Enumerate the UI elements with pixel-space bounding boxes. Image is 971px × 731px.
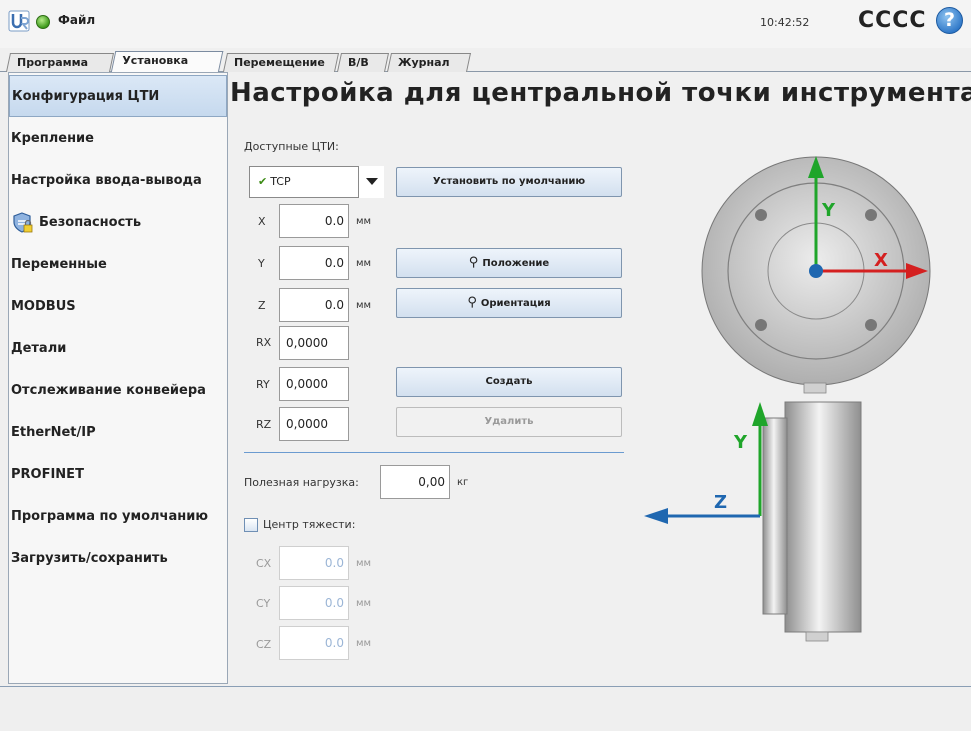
x-label: X bbox=[258, 215, 266, 228]
cy-field[interactable]: 0.0 bbox=[279, 586, 349, 620]
sidebar-item-modbus[interactable]: MODBUS bbox=[9, 286, 227, 328]
payload-field[interactable]: 0,00 bbox=[380, 465, 450, 499]
sidebar-item-safety[interactable]: Безопасность bbox=[9, 202, 227, 244]
z-field[interactable]: 0.0 bbox=[279, 288, 349, 322]
available-tcp-label: Доступные ЦТИ: bbox=[244, 140, 339, 153]
tab-log[interactable]: Журнал bbox=[386, 53, 472, 72]
tab-program[interactable]: Программа bbox=[5, 53, 115, 72]
cx-label: CX bbox=[256, 557, 272, 570]
z-label: Z bbox=[258, 299, 266, 312]
rz-label: RZ bbox=[256, 418, 272, 431]
x-axis-label: X bbox=[874, 250, 888, 271]
tab-installation[interactable]: Установка bbox=[110, 51, 224, 73]
sidebar-item-load-save[interactable]: Загрузить/сохранить bbox=[9, 538, 227, 580]
rx-label: RX bbox=[256, 336, 272, 349]
sidebar-item-tcp-config[interactable]: Конфигурация ЦТИ bbox=[9, 75, 227, 117]
robot-name: CCCC bbox=[858, 8, 927, 33]
sidebar-item-profinet[interactable]: PROFINET bbox=[9, 454, 227, 496]
rz-field[interactable]: 0,0000 bbox=[279, 407, 349, 441]
cz-unit: мм bbox=[356, 638, 372, 649]
help-button[interactable]: ? bbox=[936, 7, 963, 34]
tcp-dropdown[interactable]: ✔ TCP bbox=[249, 166, 384, 198]
orientation-button[interactable]: ⚲ Ориентация bbox=[396, 288, 622, 318]
section-divider bbox=[244, 452, 624, 453]
cy-label: CY bbox=[256, 597, 271, 610]
z-axis-label: Z bbox=[714, 492, 727, 513]
tab-io[interactable]: В/В bbox=[336, 53, 390, 72]
x-field[interactable]: 0.0 bbox=[279, 204, 349, 238]
sidebar-item-features[interactable]: Детали bbox=[9, 328, 227, 370]
ur-logo-icon bbox=[8, 10, 30, 32]
chevron-down-icon[interactable] bbox=[358, 166, 384, 198]
create-button[interactable]: Создать bbox=[396, 367, 622, 397]
sidebar-item-default-program[interactable]: Программа по умолчанию bbox=[9, 496, 227, 538]
teach-wand-icon: ⚲ bbox=[467, 295, 477, 310]
y-label: Y bbox=[258, 257, 265, 270]
page-title: Настройка для центральной точки инструме… bbox=[230, 78, 971, 108]
payload-label: Полезная нагрузка: bbox=[244, 476, 359, 489]
rx-field[interactable]: 0,0000 bbox=[279, 326, 349, 360]
tool-flange-diagram: Y X Y Z bbox=[644, 156, 931, 642]
cz-label: CZ bbox=[256, 638, 272, 651]
flange-side-view: Y Z bbox=[644, 401, 862, 642]
cog-label: Центр тяжести: bbox=[263, 518, 356, 531]
cog-checkbox[interactable] bbox=[244, 518, 258, 532]
x-unit: мм bbox=[356, 216, 372, 227]
y-unit: мм bbox=[356, 258, 372, 269]
sidebar-item-conveyor-tracking[interactable]: Отслеживание конвейера bbox=[9, 370, 227, 412]
teach-wand-icon: ⚲ bbox=[468, 255, 479, 270]
sidebar-item-ethernet-ip[interactable]: EtherNet/IP bbox=[9, 412, 227, 454]
payload-unit: кг bbox=[457, 477, 469, 488]
top-bar: Файл 10:42:52 CCCC ? bbox=[0, 0, 971, 48]
cy-unit: мм bbox=[356, 598, 372, 609]
delete-button[interactable]: Удалить bbox=[396, 407, 622, 437]
side-y-axis-label: Y bbox=[733, 432, 748, 453]
ry-label: RY bbox=[256, 378, 270, 391]
tcp-config-panel: Настройка для центральной точки инструме… bbox=[228, 72, 971, 684]
z-unit: мм bbox=[356, 300, 372, 311]
tab-move[interactable]: Перемещение bbox=[222, 53, 340, 72]
safety-shield-icon bbox=[13, 211, 33, 233]
bottom-divider bbox=[0, 686, 971, 687]
tab-bar: Программа Установка Перемещение В/В Журн… bbox=[0, 50, 971, 73]
clock: 10:42:52 bbox=[760, 16, 810, 29]
sidebar-item-io-setup[interactable]: Настройка ввода-вывода bbox=[9, 160, 227, 202]
set-default-button[interactable]: Установить по умолчанию bbox=[396, 167, 622, 197]
y-field[interactable]: 0.0 bbox=[279, 246, 349, 280]
ry-field[interactable]: 0,0000 bbox=[279, 367, 349, 401]
tcp-selected-value: TCP bbox=[270, 175, 291, 188]
position-button[interactable]: ⚲ Положение bbox=[396, 248, 622, 278]
front-y-axis-label: Y bbox=[821, 200, 836, 221]
cx-unit: мм bbox=[356, 558, 372, 569]
cz-field[interactable]: 0.0 bbox=[279, 626, 349, 660]
sidebar-item-mounting[interactable]: Крепление bbox=[9, 118, 227, 160]
installation-sidebar: Конфигурация ЦТИ Крепление Настройка вво… bbox=[8, 72, 228, 684]
check-icon: ✔ bbox=[258, 175, 268, 188]
file-menu[interactable]: Файл bbox=[58, 13, 95, 27]
robot-status-icon[interactable] bbox=[36, 15, 50, 29]
flange-front-view: Y X bbox=[701, 156, 931, 394]
cx-field[interactable]: 0.0 bbox=[279, 546, 349, 580]
sidebar-item-variables[interactable]: Переменные bbox=[9, 244, 227, 286]
